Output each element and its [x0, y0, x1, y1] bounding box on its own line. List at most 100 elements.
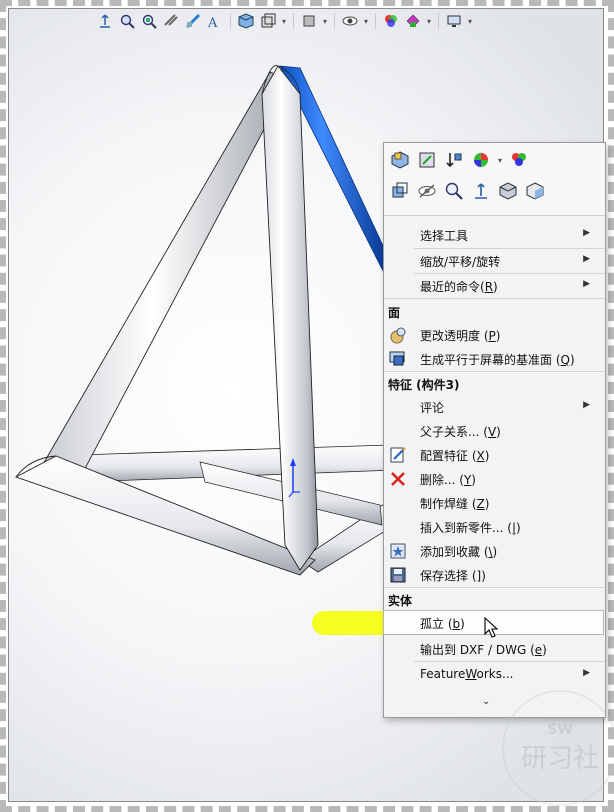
accelerator-key: X — [476, 449, 485, 463]
menu-label-suffix: ) — [493, 280, 498, 294]
mouse-cursor-icon — [484, 617, 499, 638]
normal-to-icon[interactable] — [469, 179, 493, 203]
display-style-icon[interactable] — [258, 11, 278, 31]
section-header-feature: 特征 (构件3) — [388, 378, 460, 392]
menu-label: 删除... ( — [420, 473, 464, 487]
menu-label-suffix: ) — [481, 569, 486, 583]
accelerator-key: Z — [476, 497, 485, 511]
section-header-face: 面 — [388, 306, 401, 320]
menu-item-delete[interactable]: 删除... (Y) — [384, 467, 603, 490]
menu-item-featureworks[interactable]: FeatureWorks... ▶ — [384, 663, 603, 686]
menu-label-suffix: ) — [542, 643, 547, 657]
menu-label: 更改透明度 ( — [420, 329, 489, 343]
delete-icon — [388, 469, 408, 489]
plane-parallel-screen-icon — [388, 349, 408, 369]
appearance-icon[interactable] — [469, 148, 493, 172]
view-cube-icon[interactable] — [496, 179, 520, 203]
accelerator-key: Q — [560, 353, 570, 367]
menu-label-suffix: ) — [492, 545, 498, 559]
view-settings-icon[interactable] — [444, 11, 464, 31]
menu-label: Feature — [420, 667, 466, 681]
menu-item-comment[interactable]: 评论 ▶ — [384, 395, 603, 418]
zoom-to-fit-icon[interactable] — [117, 11, 137, 31]
menu-item-zoom-pan-rotate[interactable]: 缩放/平移/旋转 ▶ — [384, 249, 603, 272]
menu-label-suffix: ) — [471, 473, 476, 487]
add-favorite-icon — [388, 541, 408, 561]
hide-icon[interactable] — [415, 179, 439, 203]
edit-sketch-icon[interactable] — [415, 148, 439, 172]
menu-label-suffix: ) — [484, 497, 490, 511]
menu-item-save-selection[interactable]: 保存选择 (]) — [384, 563, 603, 586]
menu-item-parent-child[interactable]: 父子关系... (V) — [384, 419, 603, 442]
menu-label: 制作焊缝 ( — [420, 497, 477, 511]
menu-separator — [414, 661, 605, 662]
appearance-dropdown[interactable]: ▾ — [496, 148, 504, 172]
isometric-icon[interactable] — [523, 179, 547, 203]
previous-view-icon[interactable] — [161, 11, 181, 31]
dropdown-arrow-icon[interactable]: ▾ — [425, 17, 433, 26]
view-orientation-box-icon[interactable] — [236, 11, 256, 31]
menu-label-suffix: ) — [460, 617, 465, 631]
menu-label: 生成平行于屏幕的基准面 ( — [420, 353, 561, 367]
expand-menu-chevron-icon[interactable]: ⌄ — [482, 696, 490, 707]
select-other-icon[interactable] — [388, 179, 412, 203]
menu-label-suffix: ) — [496, 425, 501, 439]
submenu-arrow-icon: ▶ — [583, 668, 590, 678]
menu-item-add-to-favorites[interactable]: 添加到收藏 (\) — [384, 539, 603, 562]
menu-item-insert-into-new-part[interactable]: 插入到新零件... (|) — [384, 515, 603, 538]
view-orientation-icon[interactable] — [95, 11, 115, 31]
watermark-seal: SW 研习社 — [502, 690, 614, 806]
submenu-arrow-icon: ▶ — [583, 254, 590, 264]
menu-item-make-weld-bead[interactable]: 制作焊缝 (Z) — [384, 491, 603, 514]
accelerator-key: R — [484, 280, 494, 294]
appearance-callout-icon[interactable] — [507, 148, 531, 172]
configure-feature-icon — [388, 445, 408, 465]
menu-label: 插入到新零件... ( — [420, 521, 512, 535]
toolbar-separator — [438, 13, 439, 29]
hide-show-items-icon[interactable] — [299, 11, 319, 31]
eye-icon[interactable] — [340, 11, 360, 31]
menu-label: 父子关系... ( — [420, 425, 488, 439]
submenu-arrow-icon: ▶ — [583, 400, 590, 410]
menu-label-suffix: orks... — [476, 667, 514, 681]
section-header-body: 实体 — [388, 594, 413, 608]
menu-item-select-tools[interactable]: 选择工具 ▶ — [384, 223, 603, 246]
menu-label-suffix: ) — [569, 353, 575, 367]
toolbar-separator — [375, 13, 376, 29]
menu-item-export-dxf-dwg[interactable]: 输出到 DXF / DWG (e) — [384, 637, 603, 660]
section-separator — [384, 298, 605, 299]
rollback-icon[interactable] — [442, 148, 466, 172]
accelerator-key: V — [487, 425, 497, 439]
section-view-icon[interactable] — [183, 11, 203, 31]
dropdown-arrow-icon[interactable]: ▾ — [321, 17, 329, 26]
submenu-arrow-icon: ▶ — [583, 279, 590, 289]
menu-item-configure-feature[interactable]: 配置特征 (X) — [384, 443, 603, 466]
accelerator-key: b — [452, 617, 461, 631]
zoom-to-selection-icon[interactable] — [442, 179, 466, 203]
heads-up-view-toolbar: A ▾ ▾ ▾ ▾ ▾ — [95, 8, 474, 34]
toolbar-separator — [230, 13, 231, 29]
menu-label-suffix: ) — [495, 329, 501, 343]
left-slanted-tube[interactable] — [41, 71, 291, 479]
edit-appearance-icon[interactable] — [381, 11, 401, 31]
menu-item-recent-commands[interactable]: 最近的命令(R) ▶ — [384, 274, 603, 297]
menu-item-change-transparency[interactable]: 更改透明度 (P) — [384, 323, 603, 346]
menu-label: 配置特征 ( — [420, 449, 477, 463]
toolbar-separator — [293, 13, 294, 29]
menu-label: 添加到收藏 ( — [420, 545, 489, 559]
apply-scene-icon[interactable] — [403, 11, 423, 31]
submenu-arrow-icon: ▶ — [583, 228, 590, 238]
accelerator-key: P — [488, 329, 496, 343]
dropdown-arrow-icon[interactable]: ▾ — [466, 17, 474, 26]
menu-label-suffix: ) — [484, 449, 490, 463]
dynamic-annotation-icon[interactable]: A — [205, 11, 225, 31]
svg-text:A: A — [207, 16, 218, 29]
dropdown-arrow-icon[interactable]: ▾ — [362, 17, 370, 26]
zoom-to-area-icon[interactable] — [139, 11, 159, 31]
dropdown-arrow-icon[interactable]: ▾ — [280, 17, 288, 26]
edit-feature-icon[interactable] — [388, 148, 412, 172]
menu-label-suffix: ) — [516, 521, 521, 535]
accelerator-key: W — [465, 667, 477, 681]
menu-label: 保存选择 ( — [420, 569, 477, 583]
menu-item-create-plane-parallel-to-screen[interactable]: 生成平行于屏幕的基准面 (Q) — [384, 347, 603, 370]
